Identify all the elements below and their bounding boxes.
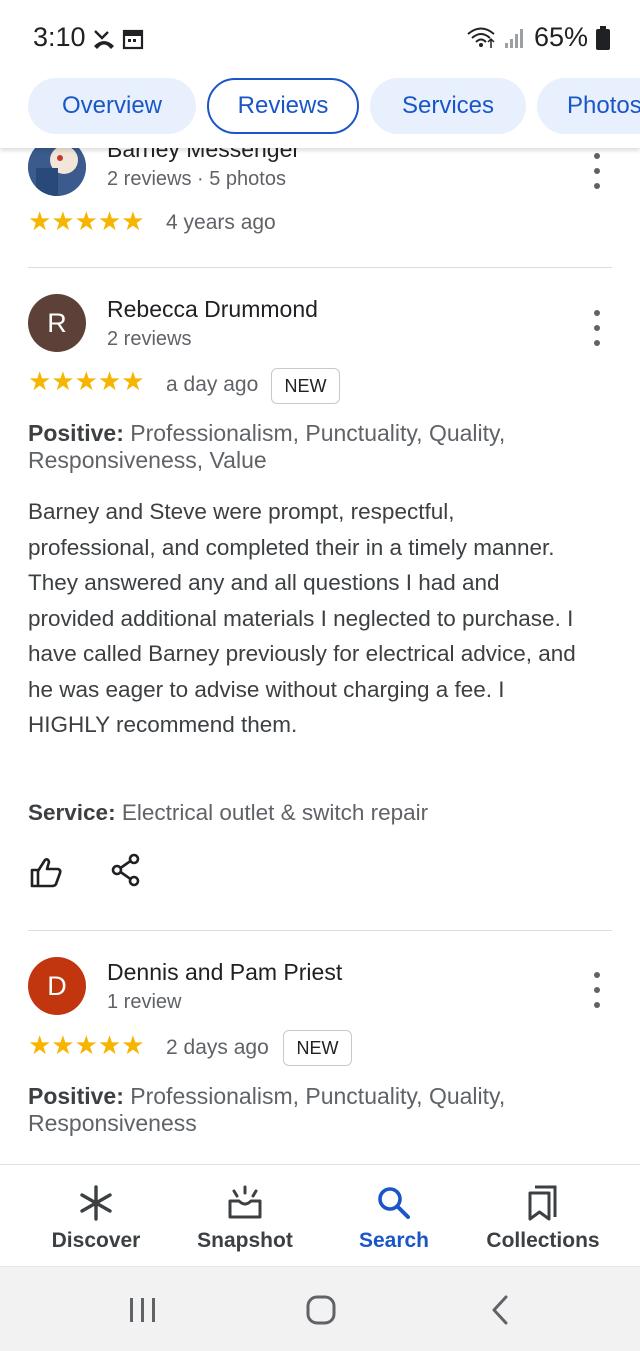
nav-collections[interactable]: Collections bbox=[468, 1165, 618, 1267]
search-icon bbox=[378, 1187, 410, 1219]
review-text: Barney and Steve were prompt, respectful… bbox=[28, 499, 576, 737]
review-time: a day ago bbox=[166, 373, 259, 396]
star-rating: ★★★★★ bbox=[28, 1030, 145, 1060]
tab-reviews[interactable]: Reviews bbox=[207, 78, 359, 134]
snapshot-icon bbox=[228, 1185, 262, 1219]
service-text: Electrical outlet & switch repair bbox=[115, 800, 429, 825]
star-rating: ★★★★★ bbox=[28, 366, 145, 396]
avatar-letter: R bbox=[47, 307, 67, 338]
tab-overview[interactable]: Overview bbox=[28, 78, 196, 134]
nav-snapshot[interactable]: Snapshot bbox=[170, 1165, 320, 1267]
wifi-icon bbox=[467, 27, 495, 48]
reviewer-name[interactable]: Dennis and Pam Priest bbox=[107, 959, 342, 986]
reviewer-name[interactable]: Barney Messenger bbox=[107, 148, 300, 163]
new-badge: NEW bbox=[283, 1030, 352, 1066]
more-options-icon[interactable] bbox=[588, 153, 606, 189]
star-rating: ★★★★★ bbox=[28, 206, 145, 236]
new-badge: NEW bbox=[271, 368, 340, 404]
review-card: Barney Messenger 2 reviews · 5 photos ★★… bbox=[0, 148, 640, 268]
reviewer-meta: 2 reviews · 5 photos bbox=[107, 168, 286, 190]
missed-call-icon bbox=[94, 30, 114, 49]
reviewer-meta: 2 reviews bbox=[107, 328, 192, 350]
tab-services[interactable]: Services bbox=[370, 78, 526, 134]
back-icon[interactable] bbox=[488, 1295, 512, 1325]
nav-label: Discover bbox=[51, 1229, 141, 1252]
more-options-icon[interactable] bbox=[588, 972, 606, 1008]
reviewer-name[interactable]: Rebecca Drummond bbox=[107, 296, 318, 323]
positive-highlights: Positive: Professionalism, Punctuality, … bbox=[28, 1083, 588, 1137]
status-time: 3:10 bbox=[33, 22, 86, 52]
service-info: Service: Electrical outlet & switch repa… bbox=[28, 800, 428, 826]
nav-label: Search bbox=[358, 1229, 430, 1252]
reviews-list[interactable]: Barney Messenger 2 reviews · 5 photos ★★… bbox=[0, 148, 640, 1164]
home-icon[interactable] bbox=[306, 1295, 336, 1325]
system-nav-bar bbox=[0, 1266, 640, 1351]
tab-photos[interactable]: Photos bbox=[537, 78, 640, 134]
share-icon[interactable] bbox=[108, 852, 144, 888]
review-card: R Rebecca Drummond 2 reviews ★★★★★ a day… bbox=[0, 268, 640, 931]
review-card: D Dennis and Pam Priest 1 review ★★★★★ 2… bbox=[0, 930, 640, 1164]
battery-icon bbox=[596, 25, 610, 50]
avatar[interactable]: D bbox=[28, 957, 86, 1015]
nav-discover[interactable]: Discover bbox=[21, 1165, 171, 1267]
nav-label: Snapshot bbox=[197, 1229, 293, 1252]
avatar-letter: D bbox=[47, 970, 67, 1001]
review-time: 4 years ago bbox=[166, 211, 276, 234]
bottom-nav: Discover Snapshot Search Collections bbox=[0, 1164, 640, 1266]
avatar[interactable]: R bbox=[28, 294, 86, 352]
more-options-icon[interactable] bbox=[588, 310, 606, 346]
status-icons-right: 65% bbox=[466, 22, 610, 53]
reviewer-meta: 1 review bbox=[107, 991, 182, 1013]
avatar[interactable] bbox=[28, 148, 86, 196]
nav-search[interactable]: Search bbox=[319, 1165, 469, 1267]
recent-apps-icon[interactable] bbox=[128, 1296, 158, 1324]
positive-label: Positive: bbox=[28, 1083, 124, 1109]
asterisk-icon bbox=[80, 1185, 112, 1221]
tab-bar: Overview Reviews Services Photos bbox=[0, 72, 640, 148]
collections-icon bbox=[528, 1185, 557, 1221]
nav-label: Collections bbox=[486, 1229, 600, 1252]
thumbs-up-icon[interactable] bbox=[28, 854, 64, 890]
status-bar: 3:10 65% bbox=[0, 0, 640, 72]
battery-percent: 65% bbox=[533, 22, 588, 52]
calendar-icon bbox=[122, 29, 144, 50]
positive-label: Positive: bbox=[28, 420, 124, 446]
signal-icon bbox=[504, 28, 523, 48]
review-time: 2 days ago bbox=[166, 1036, 269, 1059]
service-label: Service: bbox=[28, 800, 116, 825]
positive-highlights: Positive: Professionalism, Punctuality, … bbox=[28, 420, 588, 474]
profile-photo-icon bbox=[28, 148, 86, 196]
status-icons-left bbox=[92, 28, 144, 50]
